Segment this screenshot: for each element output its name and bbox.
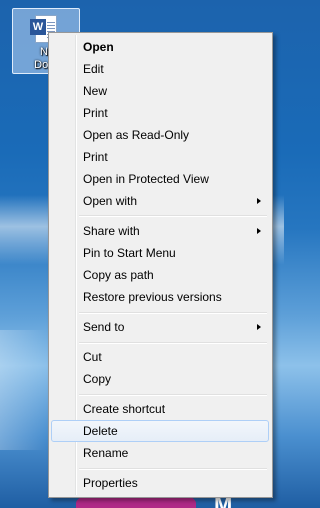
menu-item-label: Rename (83, 446, 129, 460)
menu-item-send-to[interactable]: Send to (51, 316, 269, 338)
menu-item-label: Send to (83, 320, 125, 334)
menu-item-print-2[interactable]: Print (51, 146, 269, 168)
menu-item-label: Share with (83, 224, 140, 238)
menu-separator (79, 215, 267, 217)
menu-item-label: New (83, 84, 108, 98)
menu-item-label: Print (83, 150, 108, 164)
menu-item-pin-to-start[interactable]: Pin to Start Menu (51, 242, 269, 264)
menu-item-label: Restore previous versions (83, 290, 222, 304)
menu-item-restore-previous-versions[interactable]: Restore previous versions (51, 286, 269, 308)
menu-item-label: Copy (83, 372, 112, 386)
menu-item-cut[interactable]: Cut (51, 346, 269, 368)
menu-item-copy[interactable]: Copy (51, 368, 269, 390)
desktop-wallpaper-shape (0, 330, 46, 450)
word-badge-icon: W (30, 19, 46, 35)
menu-item-label: Open as Read-Only (83, 128, 190, 142)
menu-item-label: Create shortcut (83, 402, 166, 416)
menu-item-open-protected-view[interactable]: Open in Protected View (51, 168, 269, 190)
menu-item-edit[interactable]: Edit (51, 58, 269, 80)
menu-item-rename[interactable]: Rename (51, 442, 269, 464)
menu-item-share-with[interactable]: Share with (51, 220, 269, 242)
menu-item-label: Properties (83, 476, 138, 490)
submenu-arrow-icon (257, 324, 261, 330)
menu-separator (79, 394, 267, 396)
menu-item-copy-as-path[interactable]: Copy as path (51, 264, 269, 286)
menu-item-open[interactable]: Open (51, 36, 269, 58)
menu-separator (79, 342, 267, 344)
menu-item-open-with[interactable]: Open with (51, 190, 269, 212)
menu-separator (79, 312, 267, 314)
menu-item-label: Copy as path (83, 268, 154, 282)
menu-item-properties[interactable]: Properties (51, 472, 269, 494)
menu-item-delete[interactable]: Delete (51, 420, 269, 442)
context-menu: Open Edit New Print Open as Read-Only Pr… (48, 32, 273, 498)
menu-item-new[interactable]: New (51, 80, 269, 102)
menu-item-label: Edit (83, 62, 104, 76)
menu-item-label: Open with (83, 194, 138, 208)
menu-item-label: Pin to Start Menu (83, 246, 176, 260)
menu-item-label: Open (83, 40, 114, 54)
submenu-arrow-icon (257, 198, 261, 204)
menu-item-label: Delete (83, 424, 118, 438)
submenu-arrow-icon (257, 228, 261, 234)
menu-item-create-shortcut[interactable]: Create shortcut (51, 398, 269, 420)
menu-item-label: Cut (83, 350, 102, 364)
menu-item-print[interactable]: Print (51, 102, 269, 124)
menu-separator (79, 468, 267, 470)
menu-item-open-read-only[interactable]: Open as Read-Only (51, 124, 269, 146)
menu-item-label: Print (83, 106, 108, 120)
menu-item-label: Open in Protected View (83, 172, 209, 186)
